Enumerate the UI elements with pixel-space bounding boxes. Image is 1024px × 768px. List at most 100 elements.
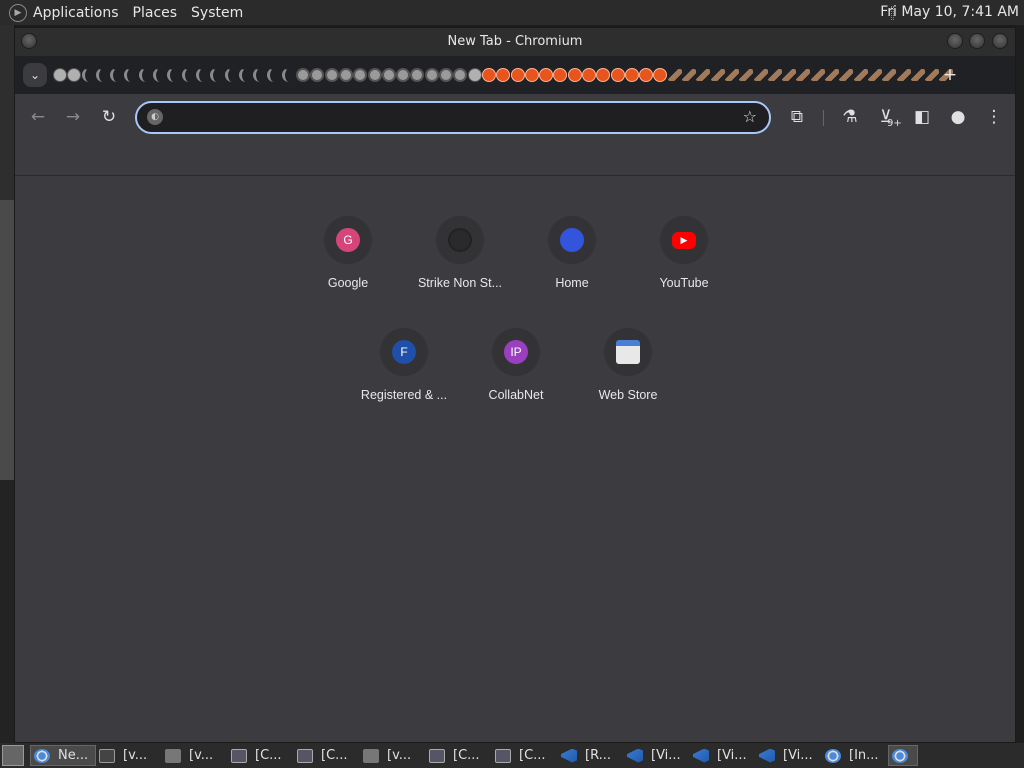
taskbar-item[interactable]: [Vi... <box>624 745 690 766</box>
tab-favicon[interactable] <box>724 69 739 81</box>
taskbar-item[interactable]: [In... <box>822 745 888 766</box>
tab-favicon[interactable] <box>581 68 596 82</box>
tab-favicon[interactable] <box>767 69 782 81</box>
tab-favicon[interactable] <box>453 68 468 82</box>
tab-favicon[interactable] <box>381 68 396 82</box>
tab-favicon[interactable] <box>596 68 611 82</box>
reload-button[interactable]: ↻ <box>96 104 122 130</box>
tab-favicon[interactable] <box>181 68 196 82</box>
tab-favicon[interactable] <box>95 68 110 82</box>
downloads-button[interactable]: ⊻ 9+ <box>873 104 902 130</box>
tab-favicon[interactable] <box>296 68 311 82</box>
tab-favicon[interactable] <box>853 69 868 81</box>
tab-favicon[interactable] <box>324 68 339 82</box>
tab-favicon[interactable] <box>510 68 525 82</box>
taskbar-item[interactable]: [C... <box>492 745 558 766</box>
labs-button[interactable]: ⚗ <box>837 104 863 130</box>
taskbar-item[interactable]: [v... <box>360 745 426 766</box>
shortcut-tile[interactable]: Strike Non St... <box>404 206 516 306</box>
tab-favicon[interactable] <box>739 69 754 81</box>
tab-favicon[interactable] <box>224 68 239 82</box>
tab-favicon[interactable] <box>553 68 568 82</box>
profile-button[interactable]: ● <box>945 104 971 130</box>
gnome-foot-icon[interactable]: ▶ <box>9 3 27 22</box>
taskbar-item[interactable]: [C... <box>426 745 492 766</box>
site-info-icon[interactable]: ◐ <box>147 109 163 125</box>
shortcut-tile[interactable]: G Google <box>292 206 404 306</box>
tab-favicon[interactable] <box>81 68 96 82</box>
taskbar-item[interactable]: [Vi... <box>690 745 756 766</box>
tab-favicon[interactable] <box>782 69 797 81</box>
taskbar-item[interactable]: [C... <box>294 745 360 766</box>
tab-favicon[interactable] <box>867 69 882 81</box>
tab-favicon[interactable] <box>682 69 697 81</box>
tab-favicons[interactable] <box>53 65 954 85</box>
tab-favicon[interactable] <box>810 69 825 81</box>
maximize-button[interactable] <box>969 33 985 49</box>
tab-favicon[interactable] <box>796 69 811 81</box>
tab-favicon[interactable] <box>624 68 639 82</box>
minimize-button[interactable] <box>947 33 963 49</box>
tab-favicon[interactable] <box>253 68 267 82</box>
tab-favicon[interactable] <box>696 69 711 81</box>
shortcut-tile[interactable]: IP CollabNet <box>460 318 572 418</box>
menu-places[interactable]: Places <box>133 5 178 21</box>
tab-favicon[interactable] <box>53 68 67 82</box>
tab-favicon[interactable] <box>653 68 668 82</box>
taskbar-item[interactable]: [v... <box>162 745 228 766</box>
tab-favicon[interactable] <box>839 69 854 81</box>
menu-button[interactable]: ⋮ <box>981 104 1007 130</box>
shortcut-tile[interactable]: ▶ YouTube <box>628 206 740 306</box>
back-button[interactable]: ← <box>25 104 51 130</box>
tab-favicon[interactable] <box>210 68 224 82</box>
extensions-button[interactable]: ⧉ <box>784 104 810 130</box>
tab-favicon[interactable] <box>124 68 138 82</box>
new-tab-button[interactable]: + <box>939 64 961 86</box>
tab-favicon[interactable] <box>567 68 582 82</box>
tab-favicon[interactable] <box>67 68 82 82</box>
close-button[interactable] <box>992 33 1008 49</box>
tab-favicon[interactable] <box>267 68 281 82</box>
tab-favicon[interactable] <box>896 69 911 81</box>
taskbar-item-chromium-active[interactable] <box>888 745 918 766</box>
shortcut-tile[interactable]: F Registered & ... <box>348 318 460 418</box>
tab-favicon[interactable] <box>925 69 940 81</box>
menu-applications[interactable]: Applications <box>33 5 119 21</box>
tab-favicon[interactable] <box>467 68 482 82</box>
shortcut-tile[interactable]: Web Store <box>572 318 684 418</box>
tab-favicon[interactable] <box>539 68 554 82</box>
tab-favicon[interactable] <box>439 68 454 82</box>
tab-favicon[interactable] <box>496 68 511 82</box>
tab-favicon[interactable] <box>825 69 840 81</box>
tab-favicon[interactable] <box>167 68 181 82</box>
tab-favicon[interactable] <box>524 68 539 82</box>
tab-favicon[interactable] <box>153 68 167 82</box>
tab-favicon[interactable] <box>195 68 210 82</box>
window-titlebar[interactable]: New Tab - Chromium <box>15 28 1015 56</box>
tab-favicon[interactable] <box>882 69 897 81</box>
forward-button[interactable]: → <box>60 104 86 130</box>
taskbar-item[interactable]: [R... <box>558 745 624 766</box>
tab-favicon[interactable] <box>281 68 296 82</box>
tab-favicon[interactable] <box>353 68 368 82</box>
tab-search-button[interactable]: ⌄ <box>23 63 47 87</box>
taskbar-item[interactable]: [v... <box>96 745 162 766</box>
tab-favicon[interactable] <box>110 68 124 82</box>
tab-favicon[interactable] <box>396 68 411 82</box>
tab-favicon[interactable] <box>639 68 654 82</box>
tab-favicon[interactable] <box>338 68 353 82</box>
tab-favicon[interactable] <box>667 69 682 81</box>
omnibox[interactable]: ◐ ☆ <box>135 101 771 134</box>
address-input[interactable] <box>171 107 731 129</box>
tab-favicon[interactable] <box>424 68 439 82</box>
bookmark-star-icon[interactable]: ☆ <box>743 107 757 126</box>
tab-favicon[interactable] <box>138 68 153 82</box>
tab-favicon[interactable] <box>753 69 768 81</box>
panel-clock[interactable]: Fri May 10, 7:41 AM <box>880 4 1019 20</box>
side-panel-button[interactable]: ◧ <box>909 104 935 130</box>
show-desktop-button[interactable] <box>2 745 24 766</box>
tab-favicon[interactable] <box>910 69 925 81</box>
window-menu-button[interactable] <box>21 33 37 49</box>
tab-favicon[interactable] <box>481 68 496 82</box>
taskbar-item[interactable]: [Vi... <box>756 745 822 766</box>
